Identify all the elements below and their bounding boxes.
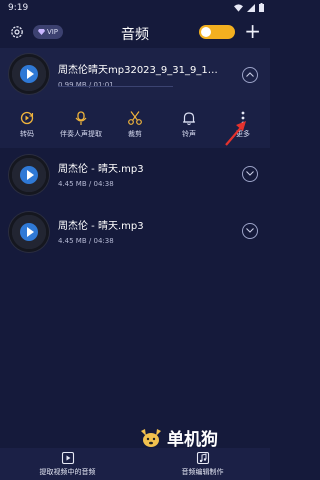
file-duration: 01:01 bbox=[93, 81, 114, 89]
convert-icon bbox=[20, 111, 34, 125]
audio-edit-icon bbox=[196, 451, 209, 465]
chevron-down-icon bbox=[246, 228, 254, 233]
file-name: 周杰伦晴天mp32023_9_31_9_14_6… bbox=[58, 65, 218, 76]
status-icons bbox=[234, 3, 264, 12]
battery-icon bbox=[259, 3, 264, 12]
nav-extract-video-audio[interactable]: 提取视频中的音频 bbox=[0, 448, 135, 480]
play-icon[interactable] bbox=[20, 166, 38, 184]
app-header: VIP 音频 + bbox=[0, 16, 270, 48]
trim-label: 裁剪 bbox=[128, 130, 142, 138]
vocal-extract-icon bbox=[75, 111, 87, 125]
bell-icon bbox=[183, 112, 195, 126]
file-duration: 04:38 bbox=[93, 237, 114, 245]
file-meta: 0.99 MB / 01:01 bbox=[58, 81, 114, 89]
disc-icon[interactable] bbox=[9, 212, 49, 252]
add-button[interactable]: + bbox=[244, 21, 261, 41]
signal-icon bbox=[247, 3, 255, 12]
toggle-knob bbox=[201, 27, 211, 37]
audio-file-item[interactable]: 周杰伦 - 晴天.mp3 4.45 MB / 04:38 bbox=[0, 209, 270, 255]
expand-button[interactable] bbox=[242, 223, 258, 239]
annotation-arrow bbox=[225, 121, 246, 146]
status-bar: 9:19 bbox=[0, 0, 270, 16]
nav-audio-edit[interactable]: 音频编辑制作 bbox=[135, 448, 270, 480]
ringtone-button[interactable]: 铃声 bbox=[162, 100, 216, 148]
watermark-text: 单机狗 bbox=[167, 430, 218, 450]
chevron-down-icon bbox=[246, 171, 254, 176]
play-icon[interactable] bbox=[20, 65, 38, 83]
bottom-nav: 提取视频中的音频 音频编辑制作 bbox=[0, 448, 270, 480]
ringtone-label: 铃声 bbox=[182, 130, 196, 138]
vocal-extract-button[interactable]: 伴奏人声提取 bbox=[54, 100, 108, 148]
collapse-button[interactable] bbox=[242, 67, 258, 83]
audio-file-item[interactable]: 周杰伦晴天mp32023_9_31_9_14_6… 0.99 MB / 01:0… bbox=[0, 48, 270, 100]
playback-progress[interactable] bbox=[58, 86, 173, 87]
file-meta: 4.45 MB / 04:38 bbox=[58, 180, 114, 188]
file-size: 0.99 MB bbox=[58, 81, 87, 89]
file-name: 周杰伦 - 晴天.mp3 bbox=[58, 164, 144, 175]
vocal-extract-label: 伴奏人声提取 bbox=[60, 130, 102, 138]
status-time: 9:19 bbox=[8, 3, 29, 13]
feature-toggle[interactable] bbox=[199, 25, 235, 39]
dog-logo-icon bbox=[141, 428, 161, 447]
disc-icon[interactable] bbox=[9, 155, 49, 195]
trim-button[interactable]: 裁剪 bbox=[108, 100, 162, 148]
play-icon[interactable] bbox=[20, 223, 38, 241]
disc-icon[interactable] bbox=[9, 54, 49, 94]
watermark: 单机狗 bbox=[138, 425, 218, 450]
nav-label: 音频编辑制作 bbox=[181, 468, 224, 476]
audio-file-item[interactable]: 周杰伦 - 晴天.mp3 4.45 MB / 04:38 bbox=[0, 152, 270, 198]
file-size: 4.45 MB bbox=[58, 237, 87, 245]
file-name: 周杰伦 - 晴天.mp3 bbox=[58, 221, 144, 232]
scissors-icon bbox=[128, 111, 142, 125]
convert-button[interactable]: 转码 bbox=[0, 100, 54, 148]
chevron-up-icon bbox=[246, 72, 254, 77]
convert-label: 转码 bbox=[20, 130, 34, 138]
expand-button[interactable] bbox=[242, 166, 258, 182]
file-meta: 4.45 MB / 04:38 bbox=[58, 237, 114, 245]
wifi-icon bbox=[234, 3, 243, 12]
file-duration: 04:38 bbox=[93, 180, 114, 188]
nav-label: 提取视频中的音频 bbox=[39, 468, 96, 476]
video-extract-icon bbox=[61, 451, 74, 465]
file-size: 4.45 MB bbox=[58, 180, 87, 188]
